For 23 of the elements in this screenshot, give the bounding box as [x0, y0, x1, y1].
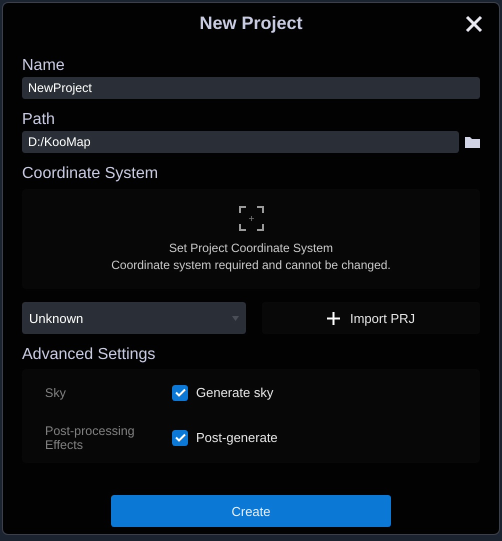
folder-icon[interactable] — [465, 136, 480, 148]
setting-label: Sky — [44, 386, 67, 400]
import-button[interactable]: Import PRJ — [262, 302, 480, 334]
dialog-title: New Project — [199, 12, 303, 34]
checkbox-label[interactable]: Generate sky — [196, 385, 274, 400]
plus-icon — [326, 312, 340, 324]
note-text: Coordinate system required and cannot be changed. — [111, 258, 391, 272]
crosshair-icon — [238, 206, 264, 231]
checkbox[interactable] — [172, 430, 188, 446]
create-button[interactable]: Create — [111, 495, 391, 527]
close-icon[interactable] — [465, 15, 483, 33]
coordinate-dropdown[interactable]: Unknown — [22, 302, 246, 334]
field-label: Path — [22, 110, 56, 130]
path-field[interactable]: D:/KooMap — [22, 131, 459, 153]
setting-label: Post-processing Effects — [44, 424, 136, 452]
prompt-text: Set Project Coordinate System — [168, 241, 334, 255]
section-heading: Advanced Settings — [22, 345, 156, 365]
checkbox-label[interactable]: Post-generate — [196, 430, 278, 445]
field-label: Name — [22, 56, 66, 76]
checkbox[interactable] — [172, 384, 188, 400]
section-heading: Coordinate System — [22, 164, 160, 184]
dropdown-arrow-icon — [232, 316, 239, 320]
name-field[interactable]: NewProject — [22, 77, 480, 99]
